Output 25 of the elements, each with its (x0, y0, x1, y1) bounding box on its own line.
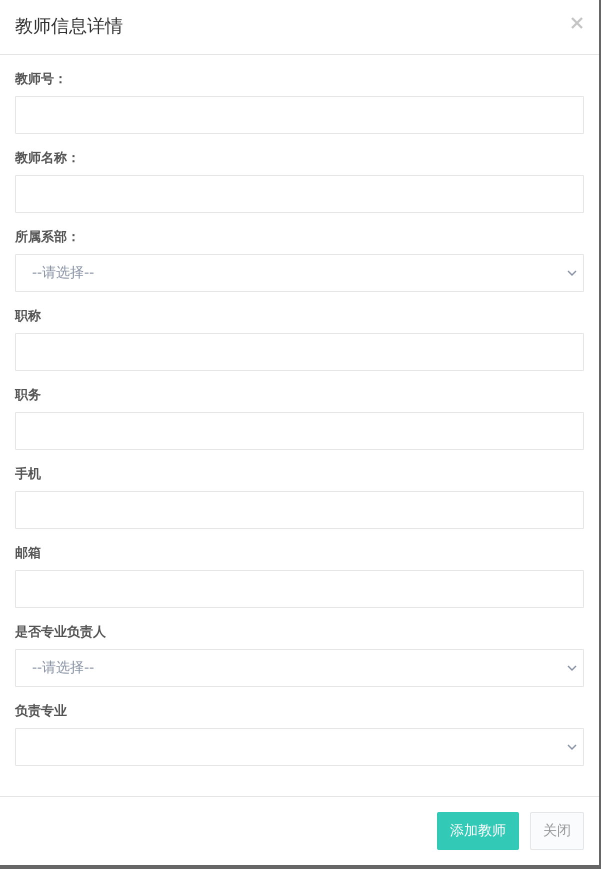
field-label: 负责专业 (15, 702, 68, 721)
close-icon[interactable] (571, 17, 583, 29)
field-label: 是否专业负责人 (15, 624, 107, 642)
field-label: 邮箱 (15, 545, 42, 563)
input-field[interactable] (15, 333, 584, 371)
field-label: 教师名称： (15, 150, 81, 168)
field-label: 手机 (15, 466, 42, 484)
close-button[interactable]: 关闭 (530, 812, 584, 850)
input-field[interactable] (15, 412, 584, 450)
chevron-down-icon (567, 270, 577, 276)
input-field[interactable] (15, 96, 584, 134)
field-label: 教师号： (15, 71, 68, 89)
select-field[interactable]: --请选择-- (15, 649, 584, 687)
input-field[interactable] (15, 175, 584, 213)
field-label: 所属系部： (15, 228, 81, 247)
select-field[interactable] (15, 728, 584, 766)
select-field[interactable]: --请选择-- (15, 254, 584, 292)
field-label: 职务 (15, 387, 42, 405)
dialog-title: 教师信息详情 (15, 15, 123, 39)
field-label: 职称 (15, 308, 42, 326)
add-teacher-button[interactable]: 添加教师 (437, 812, 519, 850)
chevron-down-icon (567, 665, 577, 671)
input-field[interactable] (15, 491, 584, 529)
chevron-down-icon (567, 744, 577, 750)
input-field[interactable] (15, 570, 584, 608)
